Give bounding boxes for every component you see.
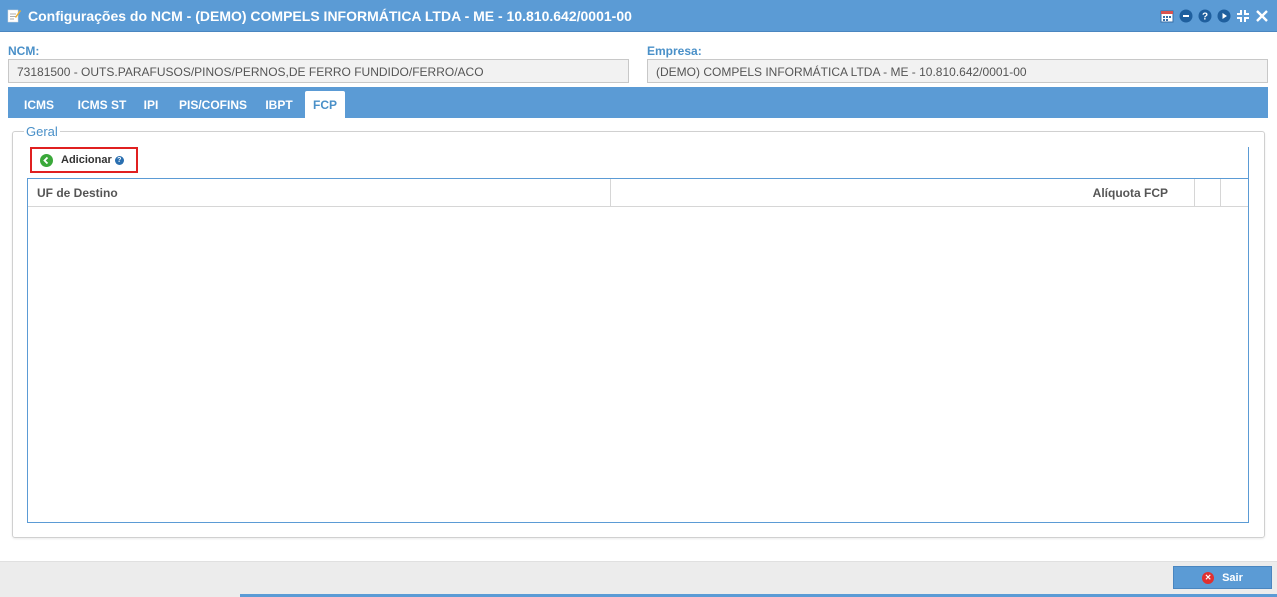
add-button[interactable]: Adicionar ? (30, 147, 138, 173)
add-button-label: Adicionar (61, 154, 112, 166)
add-icon (40, 153, 53, 167)
edit-icon (7, 8, 21, 23)
tab-icms-st[interactable]: ICMS ST (69, 91, 135, 118)
calendar-icon[interactable] (1159, 8, 1174, 23)
help-icon[interactable]: ? (1197, 8, 1212, 23)
column-action-2 (1221, 179, 1248, 207)
window-controls: ? (1159, 8, 1269, 23)
exit-button-label: Sair (1222, 571, 1243, 584)
collapse-icon[interactable] (1235, 8, 1250, 23)
empresa-label: Empresa: (647, 44, 702, 58)
footer-bar (0, 561, 1277, 597)
tab-fcp[interactable]: FCP (305, 91, 345, 118)
tab-icms[interactable]: ICMS (16, 91, 62, 118)
grid-header: UF de Destino Alíquota FCP (28, 179, 1248, 207)
minimize-icon[interactable] (1178, 8, 1193, 23)
window-titlebar: Configurações do NCM - (DEMO) COMPELS IN… (0, 0, 1277, 32)
fcp-grid: UF de Destino Alíquota FCP (27, 178, 1249, 523)
empresa-field[interactable]: (DEMO) COMPELS INFORMÁTICA LTDA - ME - 1… (647, 59, 1268, 83)
column-aliquota-fcp[interactable]: Alíquota FCP (611, 179, 1195, 207)
tab-bar: ICMS ICMS ST IPI PIS/COFINS IBPT FCP (8, 87, 1268, 118)
tab-pis-cofins[interactable]: PIS/COFINS (173, 91, 253, 118)
close-icon[interactable] (1254, 8, 1269, 23)
section-legend: Geral (24, 124, 60, 139)
column-action-1 (1195, 179, 1221, 207)
column-uf-destino[interactable]: UF de Destino (28, 179, 611, 207)
next-icon[interactable] (1216, 8, 1231, 23)
svg-text:?: ? (1201, 11, 1207, 22)
help-icon[interactable]: ? (114, 155, 124, 165)
exit-button[interactable]: ✕ Sair (1173, 566, 1272, 589)
tab-ibpt[interactable]: IBPT (260, 91, 298, 118)
tab-ipi[interactable]: IPI (139, 91, 163, 118)
ncm-label: NCM: (8, 44, 40, 58)
window-title: Configurações do NCM - (DEMO) COMPELS IN… (28, 8, 632, 24)
close-circle-icon: ✕ (1202, 571, 1215, 584)
divider (1248, 147, 1249, 179)
ncm-field[interactable]: 73181500 - OUTS.PARAFUSOS/PINOS/PERNOS,D… (8, 59, 629, 83)
